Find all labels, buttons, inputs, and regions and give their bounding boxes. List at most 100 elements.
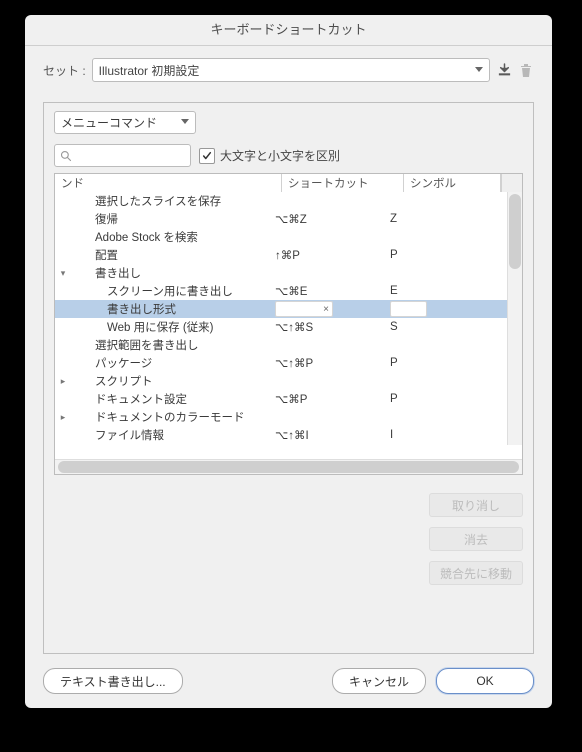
cell-command: スクリーン用に書き出し [55,282,275,300]
cell-command: パッケージ [55,354,275,372]
cell-shortcut[interactable] [275,372,390,390]
cell-symbol[interactable] [390,264,508,282]
cell-shortcut[interactable]: ⌥⌘Z [275,210,390,228]
cell-symbol[interactable] [390,228,508,246]
scroll-gutter [501,174,522,192]
cell-symbol[interactable] [390,408,508,426]
search-row: 大文字と小文字を区別 [54,144,523,167]
cell-shortcut[interactable] [275,336,390,354]
table-row[interactable]: 書き出し形式 × [55,300,508,318]
cell-command: Web 用に保存 (従来) [55,318,275,336]
clear-button[interactable]: 消去 [429,527,523,551]
cell-shortcut[interactable]: × [275,300,390,318]
row-label: スクリプト [71,373,153,389]
table-row[interactable]: 選択したスライスを保存 [55,192,508,210]
cell-symbol[interactable] [390,300,508,318]
disclosure-icon[interactable]: ▸ [55,412,71,423]
vertical-scroll-thumb[interactable] [509,194,521,269]
cell-command: 選択したスライスを保存 [55,192,275,210]
cell-command: 選択範囲を書き出し [55,336,275,354]
edit-buttons: 取り消し 消去 競合先に移動 [54,493,523,585]
checkbox-icon [199,148,215,164]
cell-shortcut[interactable]: ⌥↑⌘I [275,426,390,444]
case-sensitive-label: 大文字と小文字を区別 [220,147,340,164]
cell-command: 書き出し形式 [55,300,275,318]
inner-panel: メニューコマンド 大文字と小文字を区別 ンド ショートカット [43,102,534,654]
shortcut-table: ンド ショートカット シンボル 選択したスライスを保存復帰⌥⌘ZZAdobe S… [54,173,523,475]
cell-shortcut[interactable] [275,228,390,246]
cell-shortcut[interactable]: ⌥⌘E [275,282,390,300]
table-row[interactable]: ▸ドキュメントのカラーモード [55,408,508,426]
row-label: 選択したスライスを保存 [71,193,221,209]
cell-command: ▾書き出し [55,264,275,282]
table-body: 選択したスライスを保存復帰⌥⌘ZZAdobe Stock を検索配置↑⌘PP▾書… [55,192,522,459]
cell-shortcut[interactable]: ⌥⌘P [275,390,390,408]
cell-symbol[interactable]: P [390,390,508,408]
cell-symbol[interactable] [390,372,508,390]
row-label: ファイル情報 [71,427,164,443]
col-symbol-header[interactable]: シンボル [404,174,501,192]
disclosure-icon[interactable]: ▾ [55,268,71,279]
cell-symbol[interactable]: P [390,354,508,372]
vertical-scrollbar[interactable] [507,192,522,445]
table-row[interactable]: 配置 ↑⌘PP [55,246,508,264]
cell-shortcut[interactable]: ↑⌘P [275,246,390,264]
cell-symbol[interactable]: S [390,318,508,336]
shortcut-input[interactable]: × [275,301,333,317]
row-label: 書き出し形式 [71,301,176,317]
window-title: キーボードショートカット [25,15,552,46]
table-row[interactable]: ▾書き出し [55,264,508,282]
delete-set-icon[interactable] [518,62,534,78]
table-row[interactable]: ファイル情報 ⌥↑⌘II [55,426,508,444]
table-row[interactable]: パッケージ ⌥↑⌘PP [55,354,508,372]
table-row[interactable]: ドキュメント設定⌥⌘PP [55,390,508,408]
save-set-icon[interactable] [496,62,512,78]
row-label: スクリーン用に書き出し [71,283,233,299]
dialog-footer: テキスト書き出し... キャンセル OK [43,668,534,694]
table-row[interactable]: 選択範囲を書き出し [55,336,508,354]
ok-button[interactable]: OK [436,668,534,694]
cell-command: Adobe Stock を検索 [55,228,275,246]
cell-shortcut[interactable] [275,192,390,210]
table-row[interactable]: 復帰⌥⌘ZZ [55,210,508,228]
category-dropdown[interactable]: メニューコマンド [54,111,196,134]
symbol-input[interactable] [390,301,427,317]
col-command-header[interactable]: ンド [55,174,282,192]
cell-shortcut[interactable] [275,264,390,282]
row-label: 選択範囲を書き出し [71,337,199,353]
row-label: 配置 [71,247,118,263]
row-label: Adobe Stock を検索 [71,229,198,245]
go-to-conflict-button[interactable]: 競合先に移動 [429,561,523,585]
export-text-button[interactable]: テキスト書き出し... [43,668,183,694]
cell-symbol[interactable] [390,192,508,210]
disclosure-icon[interactable]: ▸ [55,376,71,387]
cell-shortcut[interactable]: ⌥↑⌘S [275,318,390,336]
search-input[interactable] [76,148,185,164]
keyboard-shortcuts-dialog: キーボードショートカット セット : Illustrator 初期設定 メニュー… [25,15,552,708]
horizontal-scroll-thumb[interactable] [58,461,519,473]
cell-symbol[interactable]: I [390,426,508,444]
row-label: パッケージ [71,355,152,371]
cell-shortcut[interactable] [275,408,390,426]
cell-command: 配置 [55,246,275,264]
cell-shortcut[interactable]: ⌥↑⌘P [275,354,390,372]
table-row[interactable]: Web 用に保存 (従来) ⌥↑⌘SS [55,318,508,336]
cell-command: ▸スクリプト [55,372,275,390]
table-row[interactable]: スクリーン用に書き出し ⌥⌘EE [55,282,508,300]
horizontal-scrollbar[interactable] [55,459,522,474]
row-label: Web 用に保存 (従来) [71,319,214,335]
cell-symbol[interactable]: E [390,282,508,300]
table-row[interactable]: Adobe Stock を検索 [55,228,508,246]
cell-symbol[interactable]: Z [390,210,508,228]
col-shortcut-header[interactable]: ショートカット [282,174,404,192]
cell-command: 復帰 [55,210,275,228]
case-sensitive-checkbox[interactable]: 大文字と小文字を区別 [199,147,340,164]
undo-button[interactable]: 取り消し [429,493,523,517]
cell-symbol[interactable] [390,336,508,354]
set-dropdown-value: Illustrator 初期設定 [99,62,200,79]
search-field[interactable] [54,144,191,167]
table-row[interactable]: ▸スクリプト [55,372,508,390]
cell-symbol[interactable]: P [390,246,508,264]
cancel-button[interactable]: キャンセル [332,668,426,694]
set-dropdown[interactable]: Illustrator 初期設定 [92,58,490,82]
